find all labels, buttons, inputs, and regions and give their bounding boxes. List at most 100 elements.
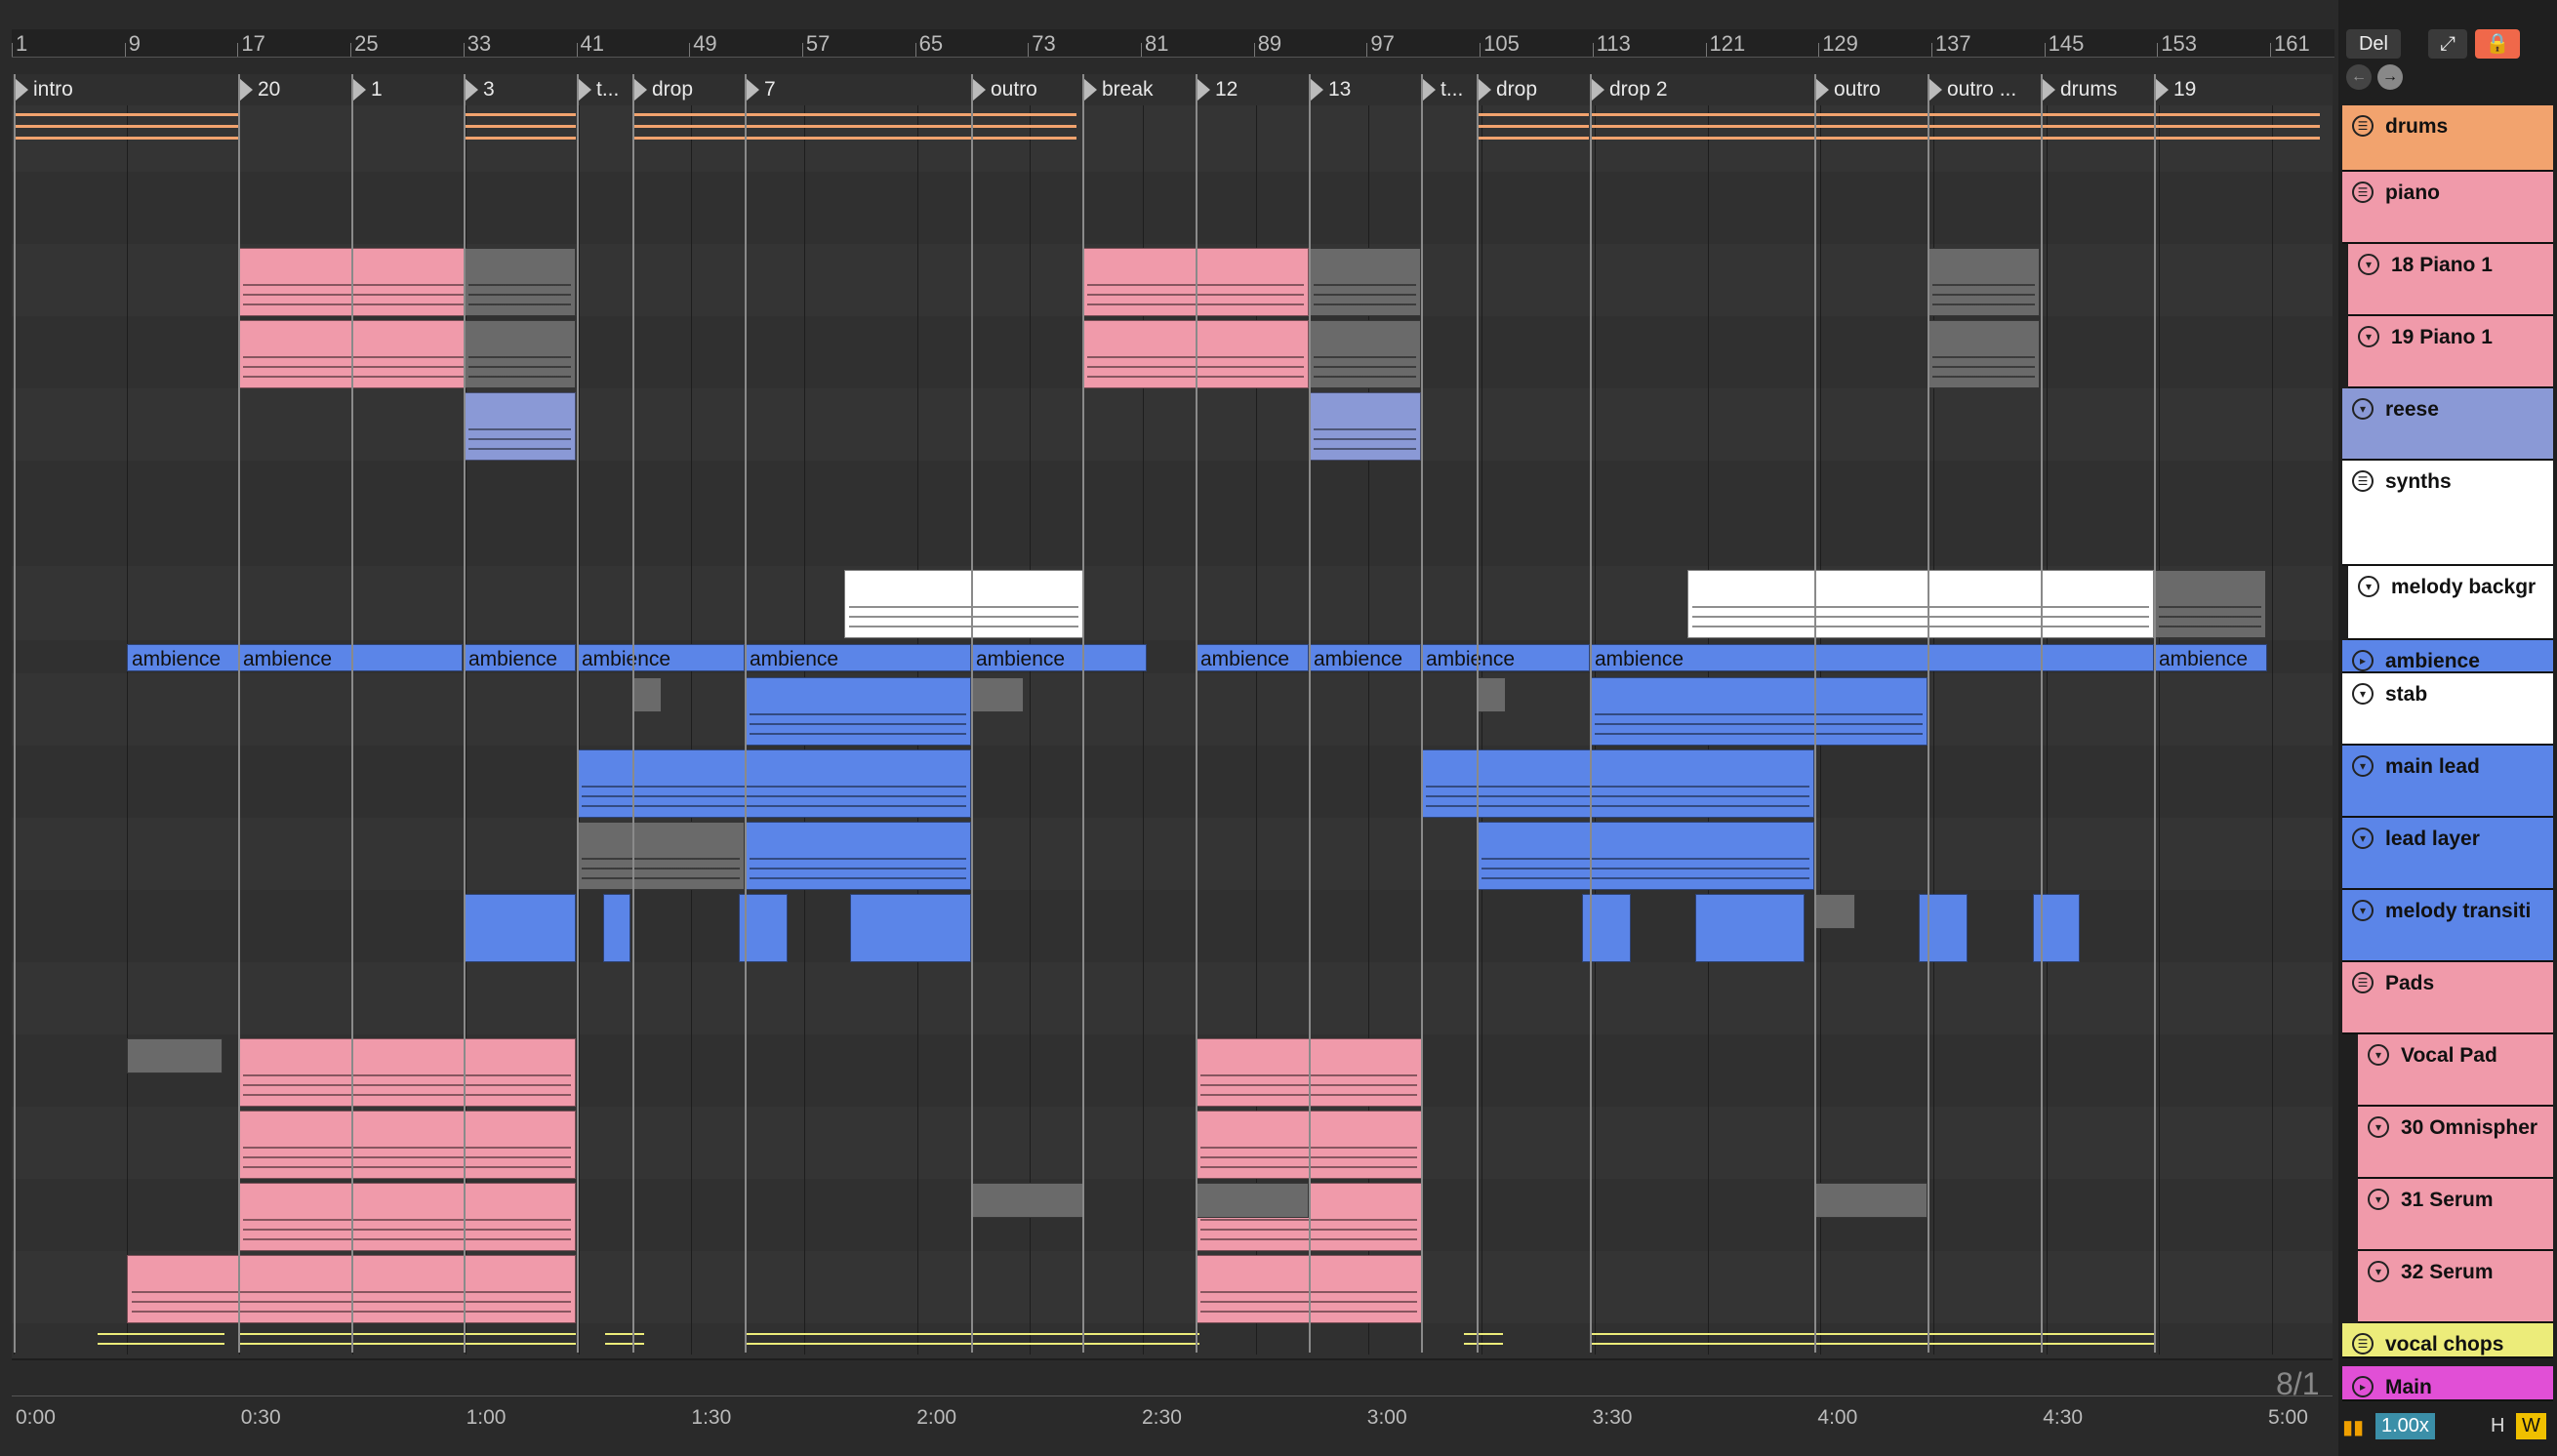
time-ruler[interactable]: 0:00 0:30 1:00 1:30 2:00 2:30 3:00 3:30 4:00 4:30… (12, 1395, 2333, 1436)
lock-icon[interactable]: 🔒 (2475, 29, 2520, 59)
stab-clip[interactable] (745, 677, 971, 746)
ambience-clip[interactable]: ambience (1421, 644, 1590, 671)
fold-icon[interactable]: ▾ (2368, 1116, 2389, 1138)
ambience-clip[interactable]: ambience (2154, 644, 2267, 671)
fold-icon[interactable]: ▾ (2352, 828, 2374, 849)
track-lane[interactable] (12, 818, 2333, 892)
track-header[interactable]: ☰ vocal chops (2342, 1323, 2553, 1358)
track-header[interactable]: ▾ stab (2342, 673, 2553, 746)
pad-clip-muted[interactable] (1196, 1183, 1309, 1218)
pad-clip[interactable] (238, 1038, 576, 1107)
fold-icon[interactable]: ▾ (2358, 326, 2379, 347)
track-lane[interactable] (12, 890, 2333, 964)
transition-clip[interactable] (603, 894, 630, 962)
transition-clip-muted[interactable] (1814, 894, 1855, 929)
ambience-clip[interactable]: ambience (1590, 644, 2154, 671)
ambience-clip[interactable]: ambience (464, 644, 576, 671)
track-header[interactable]: ▸ Main (2342, 1366, 2553, 1401)
fold-icon[interactable]: ▾ (2368, 1189, 2389, 1210)
zoom-value[interactable]: 1.00x (2375, 1413, 2435, 1439)
track-header[interactable]: ▾ 32 Serum (2358, 1251, 2553, 1323)
track-header[interactable]: ▾ 31 Serum (2358, 1179, 2553, 1251)
delete-button[interactable]: Del (2346, 29, 2401, 59)
group-icon[interactable]: ☰ (2352, 1333, 2374, 1355)
track-lane[interactable] (12, 388, 2333, 463)
pad-clip-muted[interactable] (1814, 1183, 1928, 1218)
play-icon[interactable]: ▸ (2352, 650, 2374, 671)
piano-clip-muted[interactable] (1928, 320, 2040, 388)
fold-icon[interactable]: ▾ (2358, 254, 2379, 275)
piano-clip[interactable] (238, 248, 486, 316)
piano-clip-muted[interactable] (464, 248, 576, 316)
reese-clip[interactable] (1309, 392, 1421, 461)
play-icon[interactable]: ▸ (2352, 1376, 2374, 1397)
fold-icon[interactable]: ▾ (2358, 576, 2379, 597)
track-header[interactable]: ☰ drums (2342, 105, 2553, 172)
pad-clip-muted[interactable] (127, 1038, 223, 1073)
piano-clip-muted[interactable] (1309, 248, 1421, 316)
ambience-clip[interactable]: ambience (1309, 644, 1421, 671)
track-header[interactable]: ☰ Pads (2342, 962, 2553, 1034)
melody-clip[interactable] (1687, 570, 2154, 638)
track-header[interactable]: ▾ melody transiti (2342, 890, 2553, 962)
piano-clip[interactable] (238, 320, 486, 388)
group-icon[interactable]: ☰ (2352, 972, 2374, 993)
group-icon[interactable]: ☰ (2352, 182, 2374, 203)
locator-strip[interactable]: intro 20 1 3 t... drop 7 outro break 12 13 t... drop… (12, 74, 2333, 106)
lead-layer-clip[interactable] (745, 822, 971, 890)
fold-icon[interactable]: ▾ (2368, 1261, 2389, 1282)
h-button[interactable]: H (2487, 1413, 2508, 1439)
piano-clip-muted[interactable] (1309, 320, 1421, 388)
ambience-clip[interactable]: ambience (1196, 644, 1309, 671)
ambience-clip[interactable]: ambience (127, 644, 240, 671)
track-header[interactable]: ▾ melody backgr (2348, 566, 2553, 640)
stab-clip-muted[interactable] (971, 677, 1024, 712)
arrangement-view[interactable]: 1 9 17 25 33 41 49 57 65 73 81 89 97 105 113 121 129 137 1… (0, 0, 2557, 1456)
transition-clip[interactable] (1695, 894, 1805, 962)
fold-icon[interactable]: ▾ (2368, 1044, 2389, 1066)
w-button[interactable]: W (2516, 1413, 2546, 1439)
fold-icon[interactable]: ▾ (2352, 398, 2374, 420)
fold-icon[interactable]: ▾ (2352, 900, 2374, 921)
track-lane[interactable] (12, 172, 2333, 246)
stab-clip-muted[interactable] (632, 677, 662, 712)
track-lane[interactable] (12, 461, 2333, 568)
main-lead-clip[interactable] (577, 749, 971, 818)
transition-clip[interactable] (464, 894, 576, 962)
lead-layer-clip[interactable] (1477, 822, 1814, 890)
transition-clip[interactable] (1919, 894, 1968, 962)
stab-clip[interactable] (1590, 677, 1928, 746)
track-lane[interactable] (12, 962, 2333, 1036)
ambience-clip[interactable]: ambience (971, 644, 1147, 671)
track-header[interactable]: ▸ ambience (2342, 640, 2553, 673)
reese-clip[interactable] (464, 392, 576, 461)
track-header[interactable]: ☰ synths (2342, 461, 2553, 566)
track-header[interactable]: ▾ 30 Omnispher (2358, 1107, 2553, 1179)
ambience-clip[interactable]: ambience (745, 644, 971, 671)
piano-clip-muted[interactable] (1928, 248, 2040, 316)
main-lead-clip[interactable] (1421, 749, 1814, 818)
ambience-clip[interactable]: ambience (238, 644, 463, 671)
expand-icon[interactable]: ⤢ (2428, 29, 2467, 59)
pad-clip[interactable] (238, 1183, 576, 1251)
piano-clip-muted[interactable] (464, 320, 576, 388)
group-icon[interactable]: ☰ (2352, 470, 2374, 492)
track-header[interactable]: ▾ 18 Piano 1 (2348, 244, 2553, 316)
nav-back-icon[interactable]: ← (2346, 64, 2372, 90)
track-lane[interactable] (12, 746, 2333, 820)
melody-clip[interactable] (844, 570, 1083, 638)
pad-clip-muted[interactable] (971, 1183, 1083, 1218)
group-icon[interactable]: ☰ (2352, 115, 2374, 137)
track-header[interactable]: ▾ lead layer (2342, 818, 2553, 890)
track-lane[interactable] (12, 1323, 2333, 1360)
nav-forward-icon[interactable]: → (2377, 64, 2403, 90)
fold-icon[interactable]: ▾ (2352, 683, 2374, 705)
stab-clip-muted[interactable] (1477, 677, 1506, 712)
track-header[interactable]: ▾ reese (2342, 388, 2553, 461)
track-header[interactable]: ☰ piano (2342, 172, 2553, 244)
track-header[interactable]: ▾ main lead (2342, 746, 2553, 818)
track-header[interactable]: ▾ 19 Piano 1 (2348, 316, 2553, 388)
melody-clip-muted[interactable] (2154, 570, 2266, 638)
pad-clip[interactable] (238, 1111, 576, 1179)
transition-clip[interactable] (850, 894, 971, 962)
